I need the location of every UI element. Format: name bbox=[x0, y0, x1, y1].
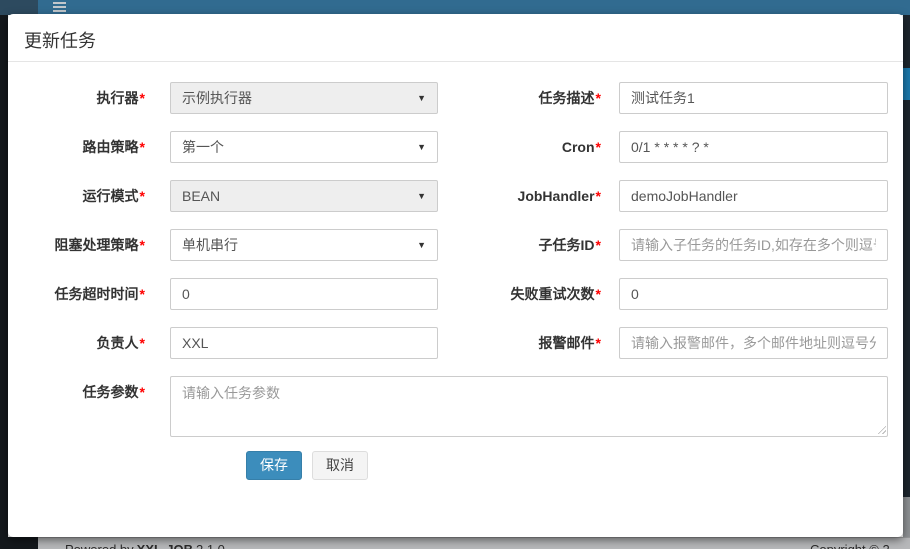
required-asterisk: * bbox=[596, 139, 601, 155]
hamburger-menu-icon[interactable] bbox=[53, 2, 66, 14]
job-desc-input[interactable] bbox=[619, 82, 888, 114]
field-label-job-param: 任务参数* bbox=[8, 376, 145, 408]
required-asterisk: * bbox=[140, 384, 145, 400]
modal-actions: 保存 取消 bbox=[246, 451, 903, 480]
required-asterisk: * bbox=[140, 286, 145, 302]
dimmed-panel-fragment bbox=[903, 497, 910, 537]
glue-type-select[interactable]: BEAN▼ bbox=[170, 180, 438, 212]
form-row: 阻塞处理策略* 单机串行▼ 子任务ID* bbox=[8, 229, 903, 261]
field-label-child-jobid: 子任务ID* bbox=[438, 229, 601, 261]
form-row: 运行模式* BEAN▼ JobHandler* bbox=[8, 180, 903, 212]
form-row: 路由策略* 第一个▼ Cron* bbox=[8, 131, 903, 163]
navbar-logo-area bbox=[0, 0, 38, 15]
jobhandler-input[interactable] bbox=[619, 180, 888, 212]
form-row: 执行器* 示例执行器▼ 任务描述* bbox=[8, 82, 903, 114]
child-jobid-input[interactable] bbox=[619, 229, 888, 261]
field-label-alarm-email: 报警邮件* bbox=[438, 327, 601, 359]
field-label-fail-retry: 失败重试次数* bbox=[438, 278, 601, 310]
chevron-down-icon: ▼ bbox=[417, 142, 426, 152]
chevron-down-icon: ▼ bbox=[417, 191, 426, 201]
form-row: 任务超时时间* 失败重试次数* bbox=[8, 278, 903, 310]
block-strategy-select[interactable]: 单机串行▼ bbox=[170, 229, 438, 261]
dimmed-page-edge bbox=[903, 15, 910, 537]
field-label-block-strategy: 阻塞处理策略* bbox=[8, 229, 145, 261]
dimmed-button-fragment bbox=[903, 68, 910, 100]
footer-brand: XXL-JOB bbox=[137, 542, 193, 549]
field-label-executor: 执行器* bbox=[8, 82, 145, 114]
required-asterisk: * bbox=[596, 90, 601, 106]
executor-select[interactable]: 示例执行器▼ bbox=[170, 82, 438, 114]
required-asterisk: * bbox=[596, 335, 601, 351]
update-task-modal: 更新任务 执行器* 示例执行器▼ 任务描述* 路由策略* 第一个▼ Cron* … bbox=[8, 14, 903, 537]
modal-title: 更新任务 bbox=[24, 29, 887, 53]
field-label-timeout: 任务超时时间* bbox=[8, 278, 145, 310]
modal-body: 执行器* 示例执行器▼ 任务描述* 路由策略* 第一个▼ Cron* 运行模式*… bbox=[8, 62, 903, 480]
timeout-input[interactable] bbox=[170, 278, 438, 310]
required-asterisk: * bbox=[140, 237, 145, 253]
required-asterisk: * bbox=[596, 286, 601, 302]
footer-version: 2.1.0 bbox=[196, 542, 225, 549]
dimmed-sidebar-edge bbox=[0, 15, 8, 537]
field-label-glue-type: 运行模式* bbox=[8, 180, 145, 212]
form-row: 负责人* 报警邮件* bbox=[8, 327, 903, 359]
cancel-button[interactable]: 取消 bbox=[312, 451, 368, 480]
page-footer: Powered byXXL-JOB2.1.0 Copyright © 2 bbox=[0, 537, 910, 549]
footer-powered-by: Powered by bbox=[65, 542, 134, 549]
author-input[interactable] bbox=[170, 327, 438, 359]
required-asterisk: * bbox=[140, 335, 145, 351]
field-label-route-strategy: 路由策略* bbox=[8, 131, 145, 163]
field-label-author: 负责人* bbox=[8, 327, 145, 359]
footer-copyright: Copyright © 2 bbox=[810, 542, 890, 549]
modal-header: 更新任务 bbox=[8, 14, 903, 62]
job-param-textarea[interactable] bbox=[170, 376, 888, 437]
field-label-job-desc: 任务描述* bbox=[438, 82, 601, 114]
required-asterisk: * bbox=[140, 139, 145, 155]
form-row: 任务参数* bbox=[8, 376, 903, 408]
alarm-email-input[interactable] bbox=[619, 327, 888, 359]
chevron-down-icon: ▼ bbox=[417, 93, 426, 103]
dimmed-sidebar-corner bbox=[0, 537, 38, 549]
top-navbar bbox=[0, 0, 910, 15]
required-asterisk: * bbox=[140, 90, 145, 106]
fail-retry-input[interactable] bbox=[619, 278, 888, 310]
route-strategy-select[interactable]: 第一个▼ bbox=[170, 131, 438, 163]
page: Powered byXXL-JOB2.1.0 Copyright © 2 更新任… bbox=[0, 0, 910, 549]
required-asterisk: * bbox=[596, 237, 601, 253]
cron-input[interactable] bbox=[619, 131, 888, 163]
save-button[interactable]: 保存 bbox=[246, 451, 302, 480]
chevron-down-icon: ▼ bbox=[417, 240, 426, 250]
required-asterisk: * bbox=[596, 188, 601, 204]
required-asterisk: * bbox=[140, 188, 145, 204]
field-label-cron: Cron* bbox=[438, 131, 601, 163]
field-label-jobhandler: JobHandler* bbox=[438, 180, 601, 212]
